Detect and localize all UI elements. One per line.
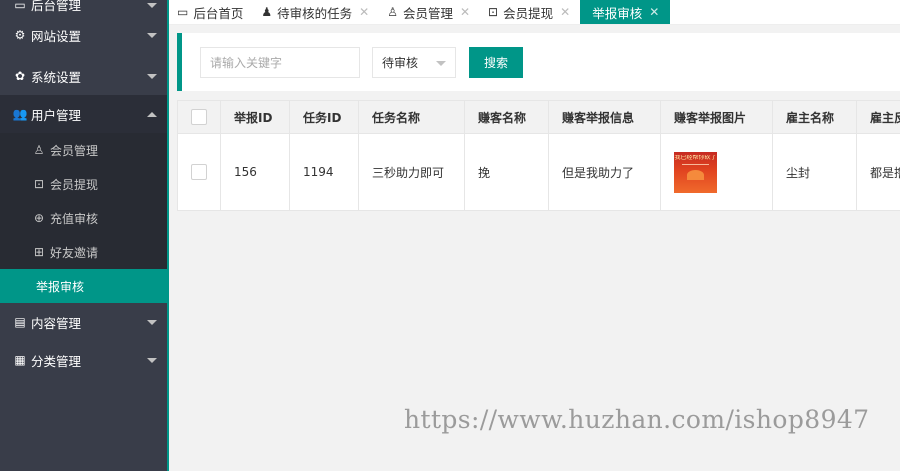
sidebar-item-system-settings[interactable]: ✿ 系统设置 (0, 57, 167, 95)
document-icon: ▤ (14, 315, 26, 329)
task-name-cell: 三秒助力即可 (358, 133, 465, 211)
column-header: 任务名称 (358, 100, 465, 134)
tab-label: 后台首页 (193, 5, 244, 21)
chevron-down-icon (147, 74, 157, 79)
sidebar-item-friend-invite[interactable]: ⊞ 好友邀请 (0, 235, 167, 269)
table-header-row: 举报ID 任务ID 任务名称 赚客名称 赚客举报信息 赚客举报图片 雇主名称 雇… (177, 100, 900, 134)
wallet-icon: ⊡ (33, 177, 45, 191)
close-icon[interactable]: ✕ (460, 5, 470, 19)
close-icon[interactable]: ✕ (560, 5, 570, 19)
tab-home[interactable]: ▭ 后台首页 (169, 0, 253, 24)
gears-icon: ⚙ (14, 28, 26, 42)
column-header: 赚客举报图片 (660, 100, 773, 134)
employer-name-cell: 尘封 (772, 133, 857, 211)
tab-label: 举报审核 (592, 5, 643, 21)
sidebar-item-site-settings[interactable]: ⚙ 网站设置 (0, 13, 167, 57)
user-icon: ♟ (261, 5, 273, 19)
sidebar-item-label: 举报审核 (36, 279, 85, 294)
column-header: 雇主反 (856, 100, 900, 134)
column-header: 赚客名称 (464, 100, 549, 134)
row-select-cell (177, 133, 221, 211)
sidebar-item-member-management[interactable]: ♙ 会员管理 (0, 133, 167, 167)
employer-reply-cell: 都是撸 (856, 133, 900, 211)
row-checkbox[interactable] (191, 164, 207, 180)
monitor-icon: ▭ (14, 0, 26, 12)
report-table: 举报ID 任务ID 任务名称 赚客名称 赚客举报信息 赚客举报图片 雇主名称 雇… (177, 100, 900, 211)
tab-label: 待审核的任务 (277, 5, 353, 21)
report-image-cell: 我已经帮你砍了 (660, 133, 773, 211)
report-id-cell: 156 (220, 133, 290, 211)
column-header: 举报ID (220, 100, 290, 134)
sidebar-item-category-management[interactable]: ▦ 分类管理 (0, 341, 167, 379)
sidebar-item-label: 分类管理 (31, 353, 82, 369)
chevron-down-icon (147, 2, 157, 8)
column-header: 雇主名称 (772, 100, 857, 134)
image-divider (682, 163, 709, 165)
gear-icon: ✿ (14, 69, 26, 83)
column-header: 赚客举报信息 (548, 100, 661, 134)
table-row: 156 1194 三秒助力即可 挽 但是我助力了 我已经帮你砍了 尘封 都是撸 (177, 133, 900, 211)
chevron-down-icon (436, 61, 446, 66)
report-image-thumbnail[interactable]: 我已经帮你砍了 (674, 151, 717, 193)
sidebar-item-recharge-review[interactable]: ⊕ 充值审核 (0, 201, 167, 235)
task-id-cell: 1194 (289, 133, 359, 211)
yen-icon: ⊕ (33, 211, 45, 225)
tab-report-review[interactable]: 举报审核 ✕ (580, 0, 671, 24)
image-emblem (687, 169, 704, 180)
chevron-down-icon (147, 358, 157, 363)
keyword-search-input[interactable] (200, 47, 360, 78)
sidebar-item-label: 会员提现 (50, 177, 99, 192)
sidebar-item-label: 会员管理 (50, 143, 99, 158)
status-select[interactable]: 待审核 (372, 47, 456, 78)
tab-bar: ▭ 后台首页 ♟ 待审核的任务 ✕ ♙ 会员管理 ✕ ⊡ 会员提现 ✕ 举报审核… (169, 0, 900, 25)
report-info-cell: 但是我助力了 (548, 133, 661, 211)
chevron-up-icon (147, 112, 157, 117)
sidebar-item-user-management[interactable]: 👥 用户管理 (0, 95, 167, 133)
sidebar-submenu-users: ♙ 会员管理 ⊡ 会员提现 ⊕ 充值审核 ⊞ 好友邀请 举报审核 (0, 133, 167, 303)
chevron-down-icon (147, 33, 157, 38)
tab-label: 会员提现 (503, 5, 554, 21)
watermark-text: https://www.huzhan.com/ishop8947 (404, 405, 870, 434)
user-icon: ♙ (33, 143, 45, 157)
tab-label: 会员管理 (402, 5, 453, 21)
sidebar-item-label: 网站设置 (31, 28, 82, 44)
user-outline-icon: ♙ (387, 5, 398, 19)
sidebar-item-label: 好友邀请 (50, 245, 99, 260)
tab-pending-tasks[interactable]: ♟ 待审核的任务 ✕ (253, 0, 379, 24)
report-table-container: 举报ID 任务ID 任务名称 赚客名称 赚客举报信息 赚客举报图片 雇主名称 雇… (177, 100, 900, 211)
column-header: 任务ID (289, 100, 359, 134)
report-image-caption: 我已经帮你砍了 (674, 154, 717, 161)
sidebar-item-member-withdraw[interactable]: ⊡ 会员提现 (0, 167, 167, 201)
sidebar-item-label: 内容管理 (31, 315, 82, 331)
sidebar-item-report-review[interactable]: 举报审核 (0, 269, 167, 303)
sidebar-item-backend[interactable]: ▭ 后台管理 (0, 0, 167, 13)
sidebar-item-content-management[interactable]: ▤ 内容管理 (0, 303, 167, 341)
tab-member-management[interactable]: ♙ 会员管理 ✕ (379, 0, 480, 24)
filter-bar: 待审核 搜索 (177, 33, 900, 91)
earner-name-cell: 挽 (464, 133, 549, 211)
sidebar-item-label: 后台管理 (31, 0, 82, 13)
gift-icon: ⊞ (33, 245, 45, 259)
status-select-value: 待审核 (382, 56, 419, 70)
sidebar-item-label: 系统设置 (31, 69, 82, 85)
chevron-down-icon (147, 320, 157, 325)
close-icon[interactable]: ✕ (359, 5, 369, 19)
sidebar: ▭ 后台管理 ⚙ 网站设置 ✿ 系统设置 👥 用户管理 ♙ 会员管理 ⊡ 会员提… (0, 0, 169, 471)
close-icon[interactable]: ✕ (649, 5, 659, 19)
sidebar-item-label: 用户管理 (31, 107, 82, 123)
select-all-checkbox[interactable] (191, 109, 207, 125)
select-all-cell (177, 100, 221, 134)
grid-icon: ▦ (14, 353, 26, 367)
wallet-icon: ⊡ (488, 5, 499, 19)
sidebar-item-label: 充值审核 (50, 211, 99, 226)
users-icon: 👥 (12, 107, 28, 121)
tab-member-withdraw[interactable]: ⊡ 会员提现 ✕ (480, 0, 580, 24)
monitor-icon: ▭ (177, 5, 189, 19)
search-button[interactable]: 搜索 (469, 47, 523, 78)
